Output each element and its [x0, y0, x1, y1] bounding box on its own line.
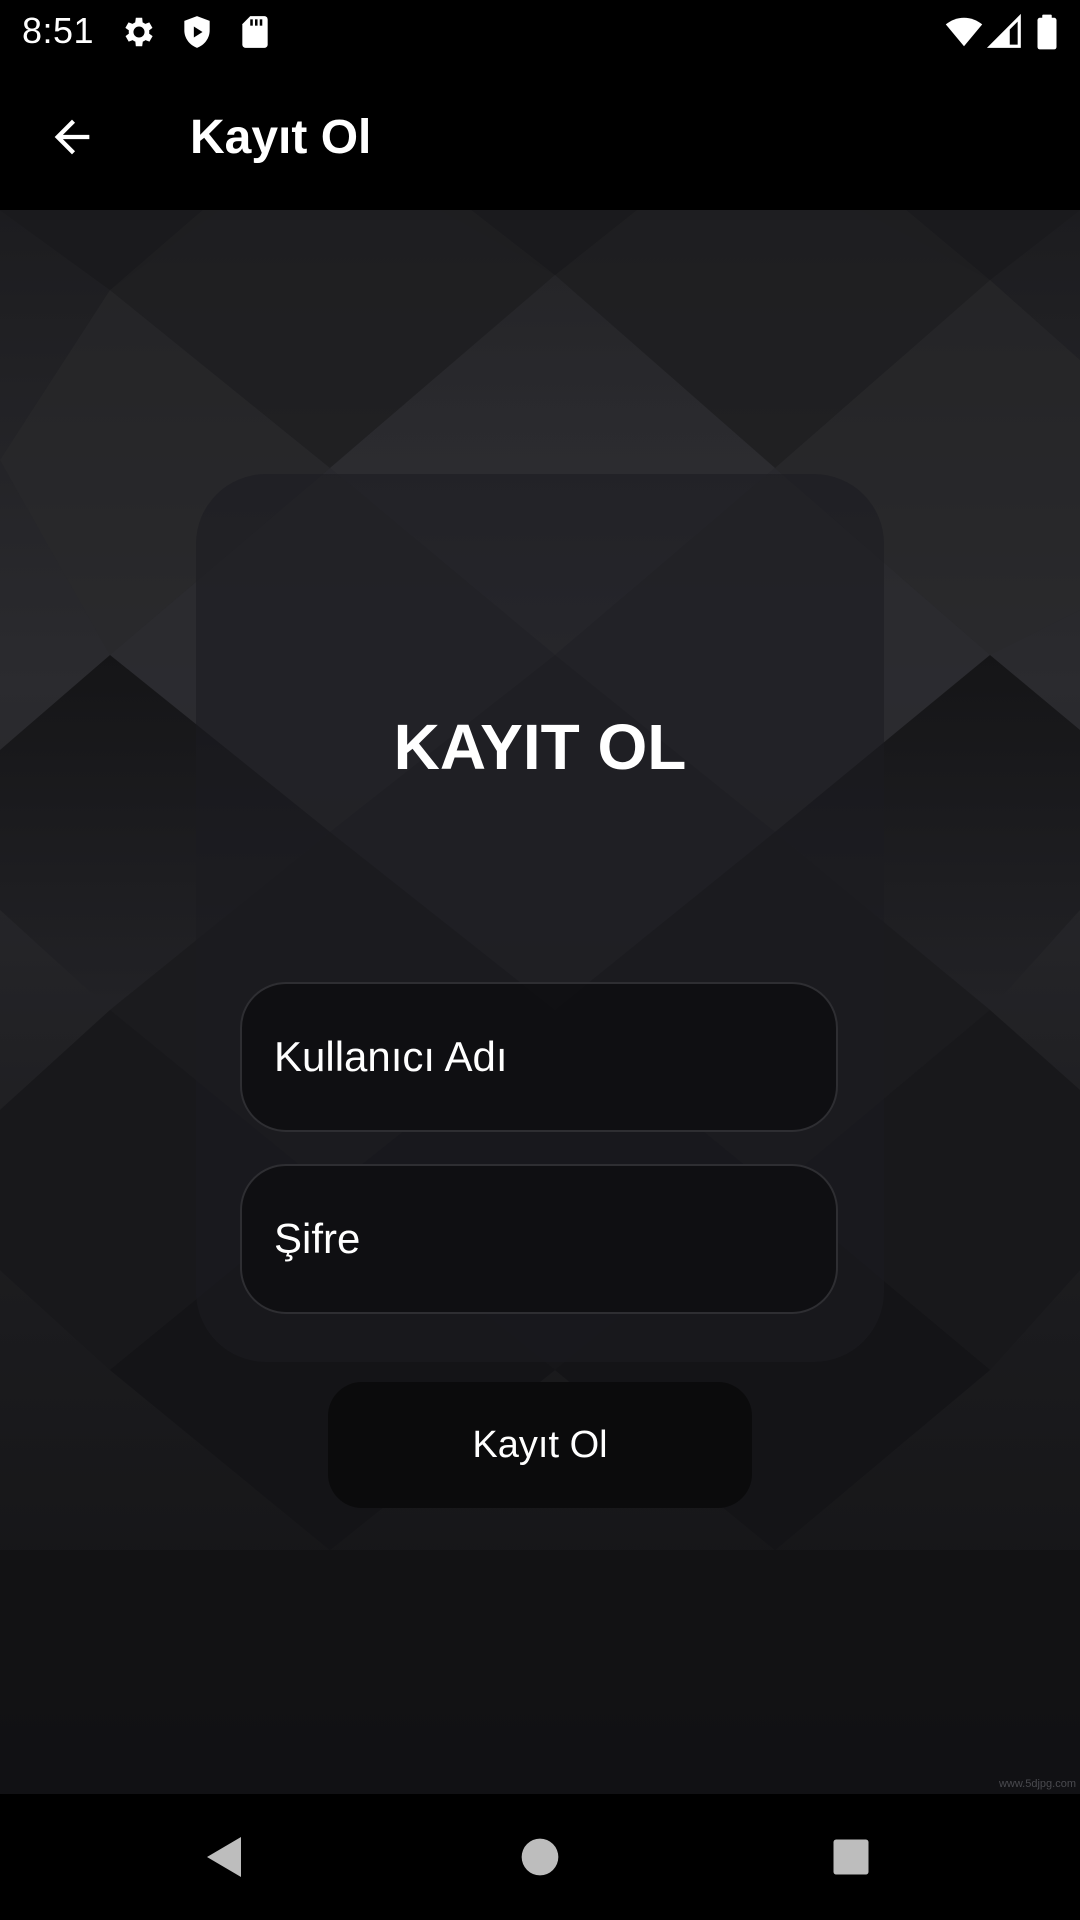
- battery-icon: [1030, 13, 1064, 56]
- back-triangle-icon: [207, 1837, 241, 1877]
- app-bar: Kayıt Ol: [0, 64, 1080, 210]
- arrow-back-icon: [54, 119, 90, 155]
- username-input[interactable]: [272, 1032, 806, 1082]
- gear-icon: [120, 13, 158, 56]
- status-bar: 8:51: [0, 0, 1080, 64]
- watermark: www.5djpg.com: [998, 1778, 1076, 1790]
- page-title: Kayıt Ol: [190, 111, 372, 164]
- nav-recents-button[interactable]: [816, 1822, 886, 1892]
- wifi-icon: [944, 13, 984, 56]
- recents-square-icon: [833, 1839, 869, 1875]
- content-area: KAYIT OL Kayıt Ol www.5djpg.com: [0, 210, 1080, 1794]
- navigation-bar: [0, 1794, 1080, 1920]
- sd-card-icon: [236, 13, 274, 56]
- cellular-signal-icon: [986, 13, 1024, 56]
- home-circle-icon: [521, 1838, 559, 1876]
- password-field[interactable]: [240, 1164, 838, 1314]
- nav-back-button[interactable]: [190, 1822, 260, 1892]
- status-time: 8:51: [22, 10, 95, 51]
- shield-play-icon: [178, 13, 216, 56]
- username-field[interactable]: [240, 982, 838, 1132]
- form-heading: KAYIT OL: [393, 711, 687, 783]
- register-button[interactable]: Kayıt Ol: [328, 1382, 752, 1508]
- password-input[interactable]: [272, 1214, 806, 1264]
- nav-home-button[interactable]: [505, 1822, 575, 1892]
- back-button[interactable]: [36, 101, 108, 173]
